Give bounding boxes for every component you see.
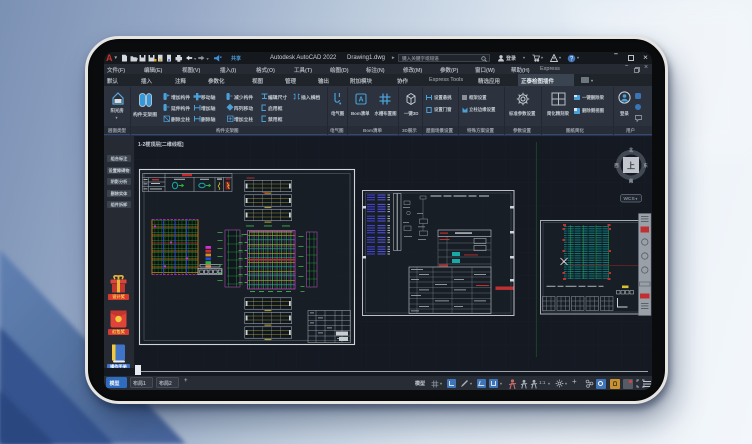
svg-text:南: 南 xyxy=(629,178,634,185)
svg-text:北: 北 xyxy=(629,147,634,154)
svg-text:上: 上 xyxy=(627,161,635,171)
svg-text:西: 西 xyxy=(614,162,619,169)
svg-text:A: A xyxy=(358,96,363,103)
svg-text:东: 东 xyxy=(643,162,648,169)
svg-text:1-2楼顶层[二维线框]: 1-2楼顶层[二维线框] xyxy=(138,141,184,148)
svg-text:WCS: WCS xyxy=(624,196,635,202)
svg-text:▾: ▾ xyxy=(636,197,638,201)
